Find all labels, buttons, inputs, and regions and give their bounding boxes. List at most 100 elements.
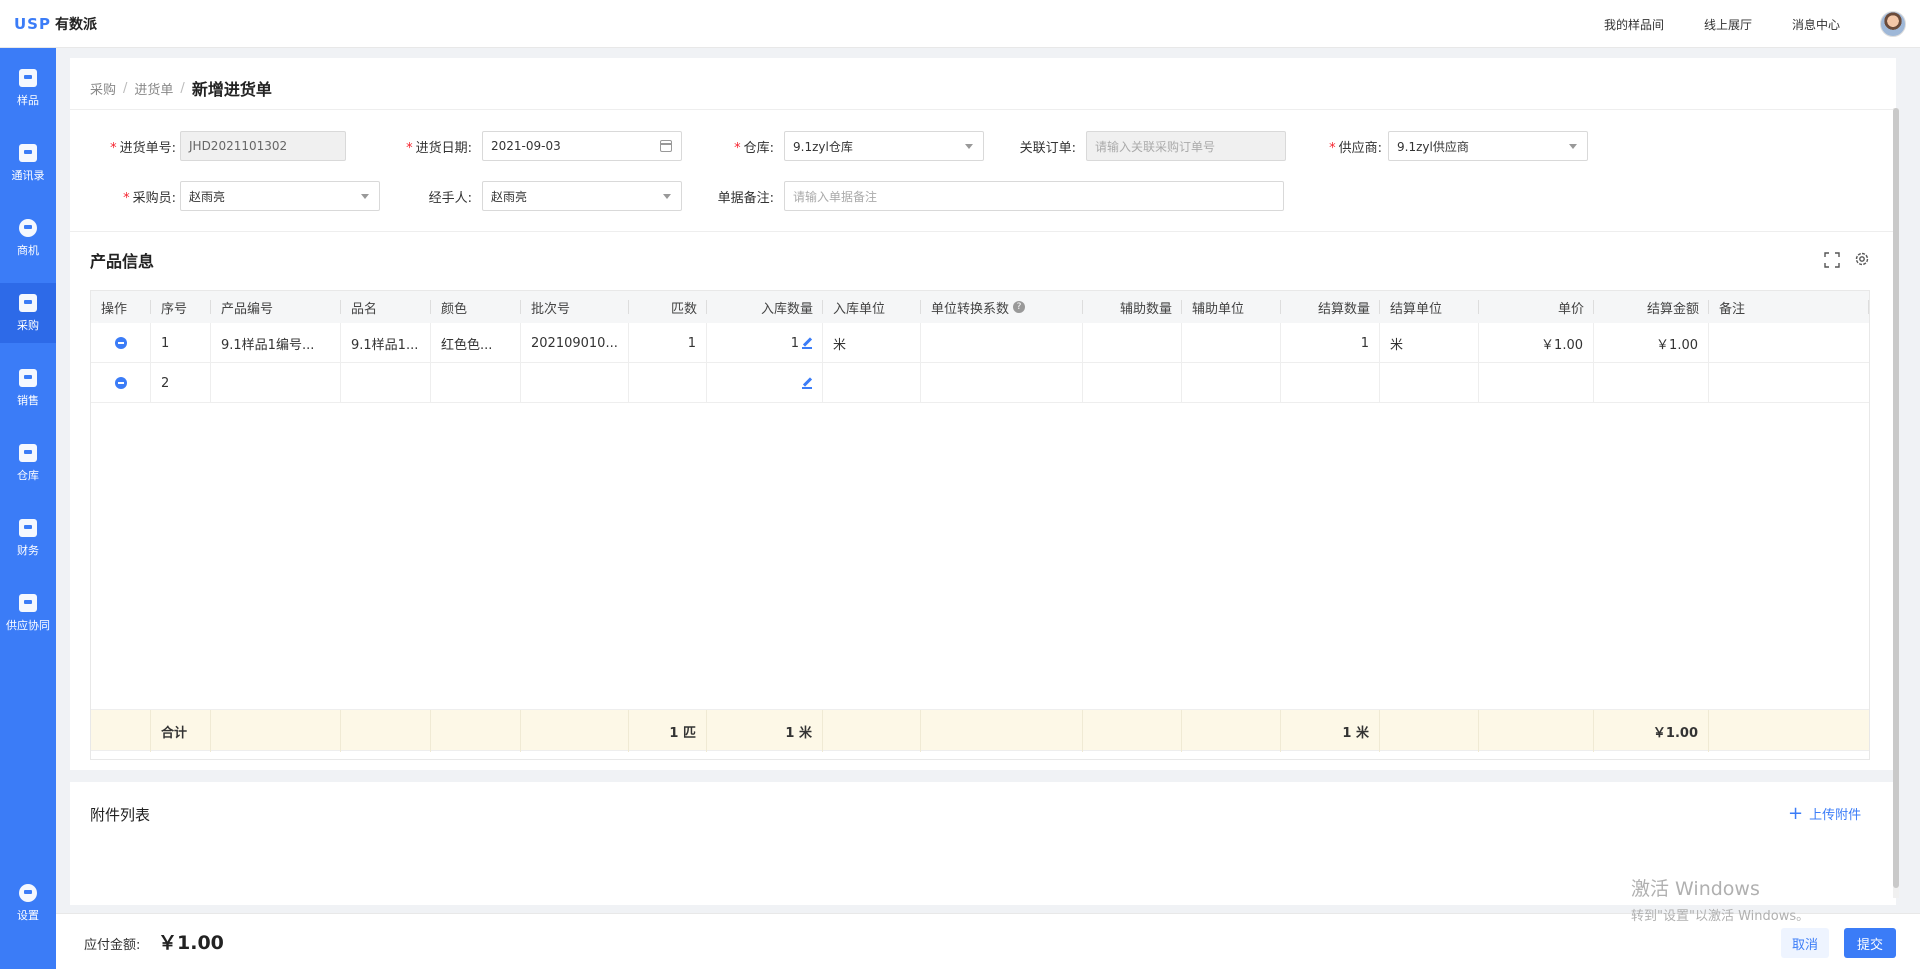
cell-pieces[interactable]: 1: [629, 323, 707, 363]
cell-amount: [1594, 363, 1709, 403]
cell-aux-unit[interactable]: [1182, 363, 1281, 403]
remove-row-icon[interactable]: [115, 337, 127, 349]
attachments-title: 附件列表: [90, 806, 151, 824]
cell-qty[interactable]: 1: [707, 323, 823, 363]
gear-icon: [19, 883, 37, 902]
buyer-select[interactable]: 赵雨亮: [180, 181, 380, 211]
sidebar-item-settings[interactable]: 设置: [0, 873, 56, 933]
cell-price[interactable]: ￥1.00: [1479, 323, 1594, 363]
scrollbar-thumb[interactable]: [1893, 108, 1899, 888]
logo[interactable]: USP 有数派: [14, 14, 97, 34]
contacts-icon: [19, 143, 37, 162]
box-icon: [19, 68, 37, 87]
total-cell-empty: [521, 710, 629, 752]
column-header: 备注: [1709, 291, 1869, 323]
nav-message-center[interactable]: 消息中心: [1792, 16, 1840, 33]
table-row: 1 9.1样品1编号... 9.1样品1... 红色色... 202109010…: [91, 323, 1869, 363]
date-picker[interactable]: 2021-09-03: [482, 131, 682, 161]
collaboration-icon: [19, 593, 37, 612]
cell-pieces[interactable]: [629, 363, 707, 403]
submit-button[interactable]: 提交: [1844, 928, 1896, 958]
clipboard-icon: [19, 368, 37, 387]
table-total-row: 合计 1 匹 1 米 1 米 ￥1.00: [91, 709, 1869, 752]
cell-price[interactable]: [1479, 363, 1594, 403]
cell-color[interactable]: 红色色...: [431, 323, 521, 363]
cart-icon: [19, 293, 37, 312]
total-qty: 1 米: [707, 710, 823, 752]
cell-unit[interactable]: [823, 363, 921, 403]
breadcrumb-purchase-orders[interactable]: 进货单: [134, 79, 173, 98]
remove-row-icon[interactable]: [115, 377, 127, 389]
scrollbar[interactable]: [1893, 108, 1899, 898]
cell-amount: ￥1.00: [1594, 323, 1709, 363]
cell-qty[interactable]: [707, 363, 823, 403]
cancel-button[interactable]: 取消: [1781, 928, 1829, 958]
products-title: 产品信息: [90, 252, 155, 271]
fullscreen-icon[interactable]: [1824, 252, 1840, 268]
cell-code[interactable]: 9.1样品1编号...: [211, 323, 341, 363]
form-divider: [70, 231, 1896, 232]
cell-settle-qty[interactable]: [1281, 363, 1380, 403]
column-header: 入库单位: [823, 291, 921, 323]
cell-settle-unit[interactable]: 米: [1380, 323, 1479, 363]
column-header: 产品编号: [211, 291, 341, 323]
cell-factor[interactable]: [921, 323, 1083, 363]
nav-my-samples[interactable]: 我的样品间: [1604, 16, 1664, 33]
supplier-select[interactable]: 9.1zyl供应商: [1388, 131, 1588, 161]
edit-icon[interactable]: [802, 378, 812, 389]
column-header: 颜色: [431, 291, 521, 323]
windows-activation-watermark: 激活 Windows 转到"设置"以激活 Windows。: [1631, 874, 1809, 924]
cell-aux-unit[interactable]: [1182, 323, 1281, 363]
cell-note[interactable]: [1709, 323, 1869, 363]
remark-input[interactable]: 请输入单据备注: [784, 181, 1284, 211]
column-header: 单位转换系数?: [921, 291, 1083, 323]
handler-select[interactable]: 赵雨亮: [482, 181, 682, 211]
column-header: 匹数: [629, 291, 707, 323]
sidebar-item-sales[interactable]: 销售: [0, 358, 56, 418]
column-header: 辅助单位: [1182, 291, 1281, 323]
cell-batch[interactable]: [521, 363, 629, 403]
gear-icon[interactable]: [1854, 251, 1870, 267]
cell-batch[interactable]: 202109010...: [521, 323, 629, 363]
sidebar: 样品 通讯录 商机 采购 销售 仓库 财务 供应协同 设置: [0, 48, 56, 969]
sidebar-item-warehouse[interactable]: 仓库: [0, 433, 56, 493]
breadcrumb-purchase[interactable]: 采购: [90, 79, 116, 98]
cell-code[interactable]: [211, 363, 341, 403]
cell-color[interactable]: [431, 363, 521, 403]
total-cell-empty: [823, 710, 921, 752]
user-avatar[interactable]: [1880, 11, 1906, 37]
cell-settle-unit[interactable]: [1380, 363, 1479, 403]
sidebar-item-label: 通讯录: [11, 168, 45, 182]
sidebar-item-label: 财务: [17, 543, 39, 557]
cell-note[interactable]: [1709, 363, 1869, 403]
sidebar-item-opportunities[interactable]: 商机: [0, 208, 56, 268]
cell-aux-qty[interactable]: [1083, 323, 1182, 363]
cell-unit[interactable]: 米: [823, 323, 921, 363]
edit-icon[interactable]: [802, 338, 812, 349]
help-icon[interactable]: ?: [1013, 301, 1026, 313]
warehouse-select[interactable]: 9.1zyl仓库: [784, 131, 984, 161]
cell-name[interactable]: [341, 363, 431, 403]
sidebar-item-finance[interactable]: 财务: [0, 508, 56, 568]
column-header: 批次号: [521, 291, 629, 323]
sidebar-item-samples[interactable]: 样品: [0, 58, 56, 118]
total-pieces: 1 匹: [629, 710, 707, 752]
plus-icon: +: [1788, 802, 1804, 824]
total-label: 合计: [151, 710, 211, 752]
nav-online-showroom[interactable]: 线上展厅: [1704, 16, 1752, 33]
sidebar-item-purchase[interactable]: 采购: [0, 283, 56, 343]
column-header: 结算单位: [1380, 291, 1479, 323]
cell-settle-qty[interactable]: 1: [1281, 323, 1380, 363]
sidebar-item-label: 样品: [17, 93, 39, 107]
sidebar-item-supply-collab[interactable]: 供应协同: [0, 583, 56, 643]
breadcrumb-separator: /: [180, 80, 185, 96]
watermark-line-2: 转到"设置"以激活 Windows。: [1631, 909, 1810, 924]
related-order-label: 关联订单:: [1019, 140, 1076, 156]
column-header: 辅助数量: [1083, 291, 1182, 323]
cell-name[interactable]: 9.1样品1...: [341, 323, 431, 363]
cell-aux-qty[interactable]: [1083, 363, 1182, 403]
sidebar-item-contacts[interactable]: 通讯录: [0, 133, 56, 193]
opportunity-icon: [19, 218, 37, 237]
upload-attachment-button[interactable]: + 上传附件: [1788, 804, 1861, 823]
cell-factor[interactable]: [921, 363, 1083, 403]
